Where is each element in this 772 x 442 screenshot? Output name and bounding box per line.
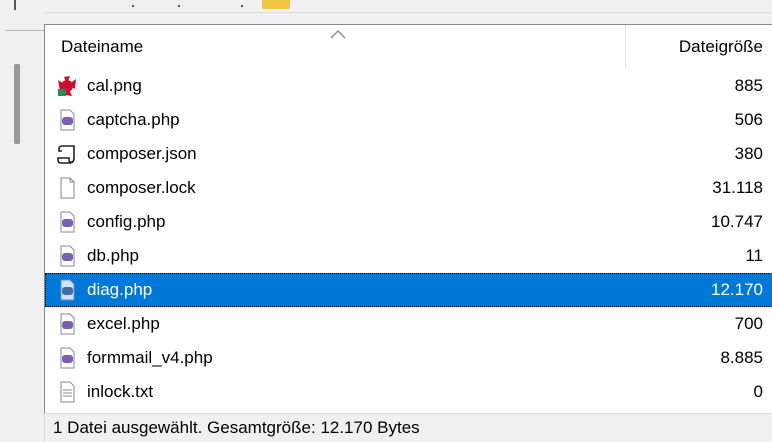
file-name: cal.png [87, 69, 142, 103]
file-name: formmail_v4.php [87, 341, 213, 375]
column-header-filesize[interactable]: Dateigröße [625, 25, 772, 69]
file-name: diag.php [87, 273, 152, 307]
file-size: 380 [735, 137, 763, 171]
toolbar-dot [132, 5, 134, 7]
file-row[interactable]: config.php 10.747 [45, 205, 772, 239]
status-text: 1 Datei ausgewählt. Gesamtgröße: 12.170 … [53, 414, 420, 442]
left-pane-divider [5, 30, 45, 31]
status-bar: 1 Datei ausgewählt. Gesamtgröße: 12.170 … [44, 413, 772, 442]
file-row[interactable]: db.php 11 [45, 239, 772, 273]
file-size: 11 [745, 239, 763, 273]
file-row[interactable]: captcha.php 506 [45, 103, 772, 137]
toolbar-separator [14, 0, 16, 10]
file-size: 10.747 [711, 205, 763, 239]
file-size: 700 [735, 307, 763, 341]
file-name: inlock.txt [87, 375, 153, 409]
file-name: composer.json [87, 137, 197, 171]
php-file-icon [56, 313, 78, 335]
php-file-icon [56, 211, 78, 233]
file-size: 31.118 [712, 171, 763, 205]
php-file-icon [56, 245, 78, 267]
file-size: 12.170 [711, 273, 763, 307]
file-row[interactable]: formmail_v4.php 8.885 [45, 341, 772, 375]
file-size: 0 [754, 375, 763, 409]
folder-icon[interactable] [262, 0, 290, 9]
file-row-selected[interactable]: diag.php 12.170 [45, 273, 772, 307]
file-row[interactable]: composer.lock 31.118 [45, 171, 772, 205]
file-name: config.php [87, 205, 165, 239]
json-script-icon [56, 143, 78, 165]
file-name: excel.php [87, 307, 160, 341]
file-row[interactable]: cal.png 885 [45, 69, 772, 103]
file-name: db.php [87, 239, 139, 273]
blank-file-icon [56, 177, 78, 199]
file-size: 885 [735, 69, 763, 103]
file-row[interactable]: composer.json 380 [45, 137, 772, 171]
php-file-icon [56, 279, 78, 301]
file-name: composer.lock [87, 171, 196, 205]
file-list-header: Dateiname Dateigröße [45, 25, 772, 69]
text-file-icon [56, 381, 78, 403]
file-size: 506 [735, 103, 763, 137]
file-name: captcha.php [87, 103, 180, 137]
column-header-filename[interactable]: Dateiname [61, 25, 143, 69]
toolbar-dot [241, 5, 243, 7]
sort-ascending-icon [329, 29, 347, 39]
file-list[interactable]: Dateiname Dateigröße cal.png 885 captcha… [44, 24, 772, 414]
toolbar-strip [0, 0, 772, 13]
file-row[interactable]: excel.php 700 [45, 307, 772, 341]
file-row[interactable]: inlock.txt 0 [45, 375, 772, 409]
php-file-icon [56, 109, 78, 131]
toolbar-dot [178, 5, 180, 7]
file-size: 8.885 [720, 341, 763, 375]
left-pane-scrollbar[interactable] [14, 64, 20, 144]
png-image-icon [56, 75, 78, 97]
left-pane [0, 12, 44, 412]
php-file-icon [56, 347, 78, 369]
